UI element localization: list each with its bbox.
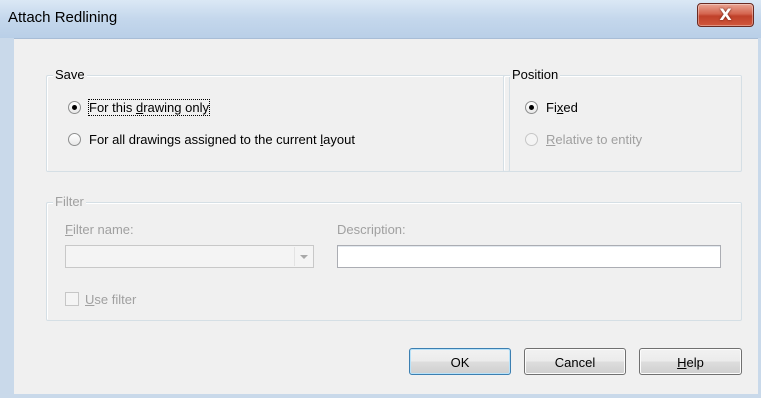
accelerator-key: H [677,355,687,370]
combo-dropdown-button[interactable] [294,247,312,266]
label-part: ilter name: [72,222,134,237]
label-part: ayout [323,131,355,147]
description-input[interactable] [337,245,721,268]
use-filter-checkbox[interactable] [65,292,79,306]
radio-button-checked[interactable] [68,100,81,114]
accelerator-key: R [546,131,556,147]
use-filter-checkbox-row[interactable]: Use filter [65,290,136,308]
close-button[interactable]: X [697,3,754,27]
radio-fixed-label: Fixed [546,100,578,115]
window-frame-bottom [0,394,761,398]
label-part: se filter [94,291,137,307]
label-part: For this [89,99,136,115]
radio-all-drawings-layout[interactable]: For all drawings assigned to the current… [68,130,355,148]
dialog-body: Save For this drawing only For all drawi… [14,39,758,394]
window-frame-left [0,38,14,398]
label-part: For all drawings assigned to the current [89,131,321,147]
close-icon: X [719,5,732,24]
radio-button-unchecked[interactable] [68,132,81,146]
save-group: Save For this drawing only For all drawi… [46,67,510,172]
label-part: elp [686,355,704,370]
cancel-button[interactable]: Cancel [524,348,626,375]
window-title: Attach Redlining [8,9,118,26]
save-group-legend: Save [53,67,87,82]
radio-button-disabled[interactable] [525,132,538,146]
filter-name-label: Filter name: [65,222,134,237]
filter-group-legend: Filter [53,194,86,209]
label-part: rawing only [143,99,209,115]
radio-relative-label: Relative to entity [546,132,642,147]
label-part: elative to entity [555,131,643,147]
label-part: ed [563,99,578,115]
radio-button-checked[interactable] [525,100,538,114]
filter-name-combobox[interactable] [65,245,314,268]
use-filter-label: Use filter [85,292,136,307]
help-button[interactable]: Help [639,348,742,375]
filter-group: Filter Filter name: Description: Use fil… [46,194,742,321]
accelerator-key: F [65,222,73,237]
accelerator-key: U [85,291,95,307]
radio-fixed[interactable]: Fixed [525,98,578,116]
ok-button[interactable]: OK [409,348,511,375]
chevron-down-icon [299,254,308,259]
radio-this-drawing-only[interactable]: For this drawing only [68,98,210,116]
radio-this-drawing-label: For this drawing only [88,98,210,116]
label-part: Fi [546,99,557,115]
position-group: Position Fixed Relative to entity [503,67,742,172]
position-group-legend: Position [510,67,561,82]
title-bar: Attach Redlining X [0,0,761,39]
description-label: Description: [337,222,406,237]
radio-all-drawings-label: For all drawings assigned to the current… [89,132,355,147]
radio-relative-to-entity[interactable]: Relative to entity [525,130,642,148]
